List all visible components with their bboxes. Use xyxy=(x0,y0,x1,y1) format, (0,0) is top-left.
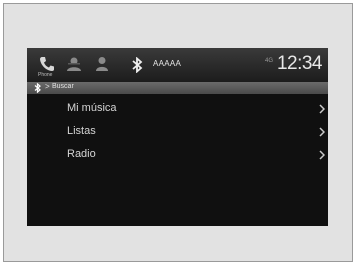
infotainment-screen: Phone AAAAA 4G 12:34 > Buscar Mi música … xyxy=(27,48,328,226)
signal-indicator: 4G xyxy=(265,58,274,64)
menu-item-mi-musica[interactable]: Mi música xyxy=(27,98,328,120)
menu-item-label: Radio xyxy=(67,148,96,160)
menu-item-label: Listas xyxy=(67,125,96,137)
device-name: AAAAA xyxy=(153,59,182,68)
breadcrumb-current: Buscar xyxy=(52,83,74,90)
bluetooth-icon xyxy=(33,83,42,93)
person-icon[interactable] xyxy=(93,55,111,73)
clock: 12:34 xyxy=(276,53,323,74)
chevron-right-icon xyxy=(319,127,325,137)
phone-label: Phone xyxy=(38,72,53,78)
menu-item-label: Mi música xyxy=(67,102,117,114)
breadcrumb-separator: > xyxy=(45,82,50,91)
chevron-right-icon xyxy=(319,150,325,160)
status-bar: Phone AAAAA 4G 12:34 xyxy=(27,48,328,82)
menu-item-radio[interactable]: Radio xyxy=(27,144,328,166)
chevron-right-icon xyxy=(319,104,325,114)
menu-item-listas[interactable]: Listas xyxy=(27,121,328,143)
contacts-icon[interactable] xyxy=(65,55,83,73)
bluetooth-icon xyxy=(131,57,143,73)
breadcrumb: > Buscar xyxy=(27,82,328,94)
phone-icon[interactable] xyxy=(38,55,56,73)
screenshot-frame: Phone AAAAA 4G 12:34 > Buscar Mi música … xyxy=(3,3,353,262)
